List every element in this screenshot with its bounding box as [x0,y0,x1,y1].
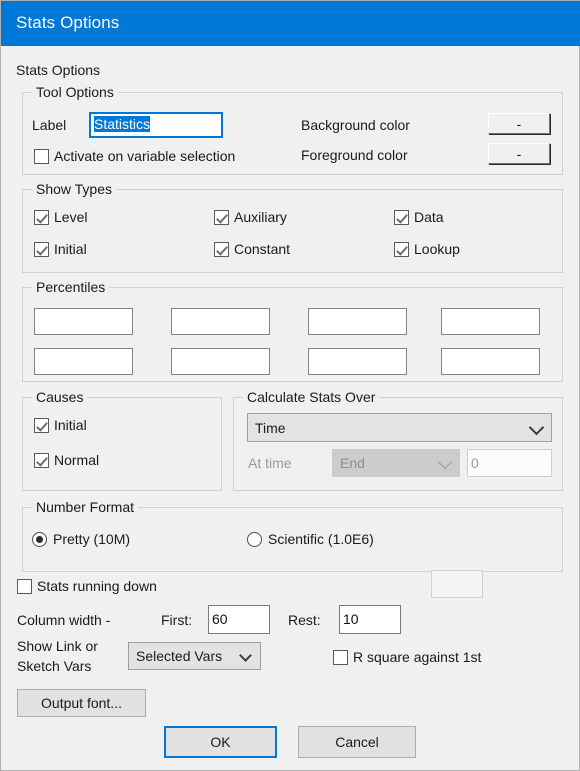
label-input[interactable]: Statistics [89,112,223,138]
checkbox-checked-icon [34,417,49,433]
background-color-button-label: - [516,115,522,132]
at-time-value: End [340,455,365,471]
column-width-rest-input[interactable]: 10 [339,605,401,634]
calculate-stats-over-group-title: Calculate Stats Over [243,389,380,405]
scientific-digits-input[interactable] [431,570,483,598]
number-format-pretty-label: Pretty (10M) [53,531,131,547]
checkbox-checked-icon [214,209,229,225]
percentile-input-1[interactable] [34,308,133,335]
show-type-lookup-checkbox[interactable]: Lookup [394,241,460,257]
r-square-against-1st-checkbox[interactable]: R square against 1st [333,649,481,665]
number-format-scientific-radio[interactable]: Scientific (1.0E6) [247,531,374,547]
checkbox-checked-icon [394,241,409,257]
chevron-down-icon [239,649,252,662]
cause-normal-label: Normal [54,452,100,468]
show-type-lookup-label: Lookup [414,241,460,257]
at-time-select[interactable]: End [332,449,460,477]
page-title: Stats Options [16,62,101,78]
percentile-input-3[interactable] [308,308,407,335]
radio-unselected-icon [247,531,262,547]
at-time-number-input[interactable]: 0 [467,449,552,477]
show-type-level-label: Level [54,209,88,225]
foreground-color-caption: Foreground color [301,147,408,163]
foreground-color-button[interactable]: - [488,143,550,164]
percentile-input-4[interactable] [441,308,540,335]
causes-group: Causes [22,389,222,491]
calculate-stats-over-value: Time [255,419,286,436]
show-type-initial-checkbox[interactable]: Initial [34,241,87,257]
column-width-first-input[interactable]: 60 [208,605,270,634]
column-width-caption: Column width - [17,612,111,628]
checkbox-checked-icon [34,241,49,257]
chevron-down-icon [437,454,453,470]
percentile-input-5[interactable] [34,348,133,375]
stats-options-dialog: Stats Options Stats Options Tool Options… [0,0,580,771]
show-link-caption-line1: Show Link or [17,638,98,654]
percentile-input-7[interactable] [308,348,407,375]
chevron-down-icon [528,419,545,435]
checkbox-checked-icon [34,452,49,468]
background-color-caption: Background color [301,117,410,133]
cancel-button[interactable]: Cancel [298,726,416,758]
show-types-group: Show Types [22,181,563,273]
checkbox-box-icon [333,649,348,665]
stats-running-down-checkbox[interactable]: Stats running down [17,578,157,594]
rest-caption: Rest: [288,612,321,628]
checkbox-box-icon [34,148,49,164]
show-type-level-checkbox[interactable]: Level [34,209,87,225]
show-type-constant-checkbox[interactable]: Constant [214,241,290,257]
calculate-stats-over-select[interactable]: Time [247,413,552,442]
background-color-button[interactable]: - [488,113,550,134]
causes-group-title: Causes [32,389,88,405]
window-title: Stats Options [16,13,120,32]
at-time-caption: At time [248,455,292,471]
show-type-constant-label: Constant [234,241,291,257]
percentiles-group-title: Percentiles [32,279,110,295]
foreground-color-button-label: - [516,145,522,162]
show-type-auxiliary-label: Auxiliary [234,209,287,225]
ok-button-label: OK [210,734,231,750]
cause-normal-checkbox[interactable]: Normal [34,452,99,468]
output-font-button[interactable]: Output font... [17,689,146,717]
dialog-body: Stats Options Tool Options Label Statist… [1,46,579,770]
checkbox-checked-icon [214,241,229,257]
label-input-value: Statistics [94,116,151,132]
show-type-data-checkbox[interactable]: Data [394,209,444,225]
activate-on-variable-selection-checkbox[interactable]: Activate on variable selection [34,148,235,164]
first-caption: First: [161,612,193,628]
show-link-caption-line2: Sketch Vars [17,658,92,674]
percentile-input-6[interactable] [171,348,270,375]
show-type-initial-label: Initial [54,241,87,257]
checkbox-box-icon [17,578,32,594]
checkbox-checked-icon [394,209,409,225]
show-type-auxiliary-checkbox[interactable]: Auxiliary [214,209,287,225]
show-link-or-sketch-vars-select[interactable]: Selected Vars [128,642,261,670]
cancel-button-label: Cancel [335,734,379,750]
number-format-scientific-label: Scientific (1.0E6) [268,531,374,547]
show-type-data-label: Data [414,209,444,225]
percentile-input-2[interactable] [171,308,270,335]
title-bar: Stats Options [1,1,580,46]
show-types-group-title: Show Types [32,181,117,197]
cause-initial-label: Initial [54,417,87,433]
percentile-input-8[interactable] [441,348,540,375]
checkbox-checked-icon [34,209,49,225]
stats-running-down-label: Stats running down [37,578,157,594]
r-square-against-1st-label: R square against 1st [353,649,482,665]
cause-initial-checkbox[interactable]: Initial [34,417,87,433]
output-font-button-label: Output font... [41,695,122,711]
label-caption: Label [32,117,67,133]
activate-on-variable-selection-label: Activate on variable selection [54,148,236,164]
tool-options-group-title: Tool Options [32,84,118,100]
number-format-pretty-radio[interactable]: Pretty (10M) [32,531,130,547]
radio-selected-icon [32,531,47,547]
number-format-group-title: Number Format [32,499,139,515]
ok-button[interactable]: OK [164,726,277,758]
show-link-or-sketch-vars-value: Selected Vars [136,648,223,664]
